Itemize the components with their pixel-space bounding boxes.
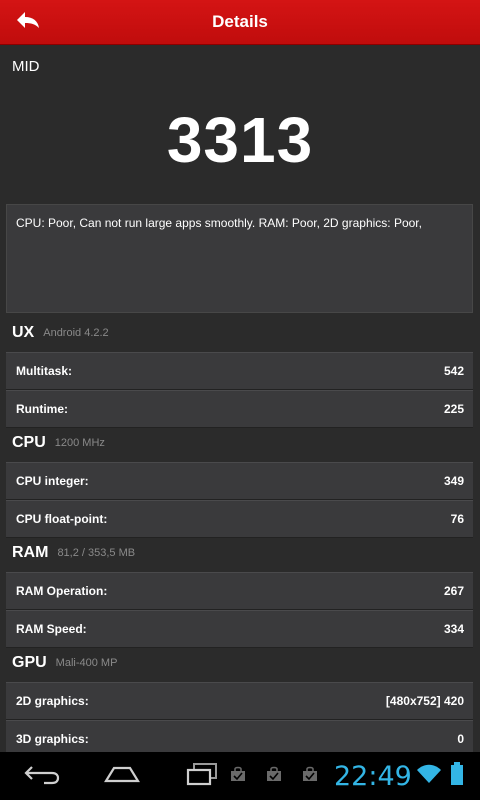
- row-label: 2D graphics:: [16, 694, 89, 708]
- result-row-ram-operation[interactable]: RAM Operation: 267: [6, 572, 473, 610]
- section-header: UX Android 4.2.2: [0, 314, 480, 352]
- row-value: 0: [457, 732, 464, 746]
- notification-store-3[interactable]: [298, 752, 322, 800]
- row-value: 225: [443, 402, 464, 416]
- row-label: RAM Operation:: [16, 584, 108, 598]
- device-name: MID: [12, 58, 40, 75]
- section-ram: RAM 81,2 / 353,5 MB RAM Operation: 267 R…: [0, 534, 480, 648]
- battery-icon: [450, 761, 464, 791]
- row-value: 267: [443, 584, 464, 598]
- nav-home-button[interactable]: [94, 752, 150, 800]
- summary-box: CPU: Poor, Can not run large apps smooth…: [6, 204, 473, 313]
- summary-text: CPU: Poor, Can not run large apps smooth…: [16, 216, 422, 230]
- section-ux: UX Android 4.2.2 Multitask: 542 Runtime:…: [0, 314, 480, 428]
- status-clock[interactable]: 22:49: [334, 752, 412, 800]
- section-subtitle: Android 4.2.2: [43, 327, 109, 339]
- result-row-cpu-integer[interactable]: CPU integer: 349: [6, 462, 473, 500]
- section-title: UX: [12, 324, 35, 341]
- section-header: GPU Mali-400 MP: [0, 644, 480, 682]
- title-bar: Details: [0, 0, 480, 45]
- section-title: GPU: [12, 654, 47, 671]
- row-label: Multitask:: [16, 364, 73, 378]
- details-content[interactable]: MID 3313 CPU: Poor, Can not run large ap…: [0, 45, 480, 752]
- nav-recent-apps-button[interactable]: [178, 752, 226, 800]
- row-value: 349: [443, 474, 464, 488]
- back-icon: [22, 763, 62, 790]
- section-header: RAM 81,2 / 353,5 MB: [0, 534, 480, 572]
- row-label: CPU integer:: [16, 474, 89, 488]
- result-row-2d-graphics[interactable]: 2D graphics: [480x752] 420: [6, 682, 473, 720]
- battery-status[interactable]: [446, 752, 468, 800]
- page-title: Details: [212, 12, 268, 31]
- section-subtitle: Mali-400 MP: [55, 657, 118, 669]
- app-root: Details MID 3313 CPU: Poor, Can not run …: [0, 0, 480, 800]
- wifi-icon: [416, 763, 442, 790]
- notification-store-2[interactable]: [262, 752, 286, 800]
- result-row-runtime[interactable]: Runtime: 225: [6, 390, 473, 428]
- section-subtitle: 1200 MHz: [54, 437, 105, 449]
- back-arrow-icon: [15, 10, 41, 35]
- recent-apps-icon: [184, 762, 220, 791]
- section-cpu: CPU 1200 MHz CPU integer: 349 CPU float-…: [0, 424, 480, 538]
- wifi-status[interactable]: [414, 752, 444, 800]
- row-label: RAM Speed:: [16, 622, 87, 636]
- shopping-bag-icon: [302, 766, 318, 787]
- notification-store-1[interactable]: [226, 752, 250, 800]
- row-label: 3D graphics:: [16, 732, 89, 746]
- result-row-cpu-float[interactable]: CPU float-point: 76: [6, 500, 473, 538]
- home-icon: [102, 763, 142, 790]
- result-row-multitask[interactable]: Multitask: 542: [6, 352, 473, 390]
- row-value: 76: [450, 512, 464, 526]
- total-score: 3313: [166, 104, 314, 176]
- row-value: 542: [443, 364, 464, 378]
- section-header: CPU 1200 MHz: [0, 424, 480, 462]
- shopping-bag-icon: [230, 766, 246, 787]
- row-label: Runtime:: [16, 402, 68, 416]
- row-value: 334: [443, 622, 464, 636]
- nav-back-button[interactable]: [14, 752, 70, 800]
- section-subtitle: 81,2 / 353,5 MB: [57, 547, 136, 559]
- row-value: [480x752] 420: [385, 694, 464, 708]
- section-title: CPU: [12, 434, 46, 451]
- row-label: CPU float-point:: [16, 512, 108, 526]
- back-button[interactable]: [0, 0, 56, 44]
- result-row-ram-speed[interactable]: RAM Speed: 334: [6, 610, 473, 648]
- section-title: RAM: [12, 544, 49, 561]
- shopping-bag-icon: [266, 766, 282, 787]
- system-navigation-bar: 22:49: [0, 752, 480, 800]
- result-row-3d-graphics[interactable]: 3D graphics: 0: [6, 720, 473, 752]
- section-gpu: GPU Mali-400 MP 2D graphics: [480x752] 4…: [0, 644, 480, 752]
